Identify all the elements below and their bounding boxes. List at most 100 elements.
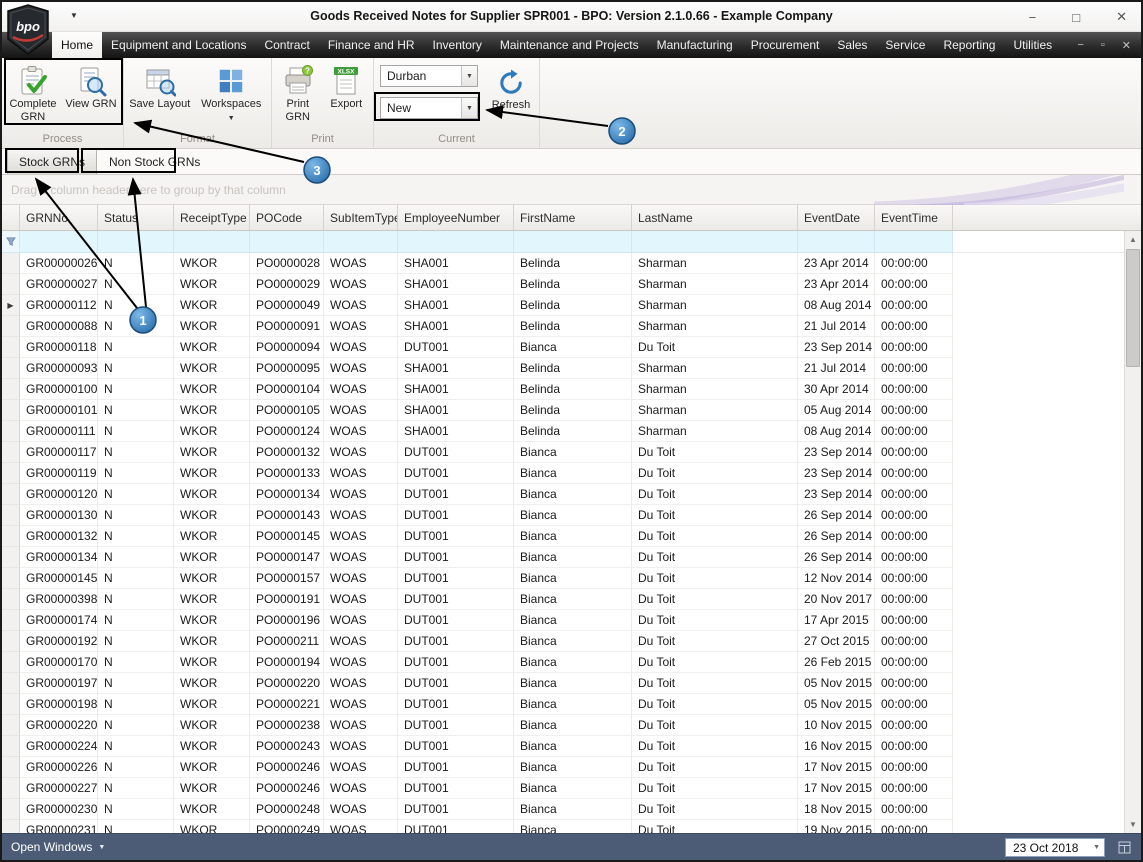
cell-receipttype[interactable]: WKOR — [174, 442, 250, 463]
cell-employeenumber[interactable]: DUT001 — [398, 442, 514, 463]
cell-status[interactable]: N — [98, 421, 174, 442]
cell-subitemtype[interactable]: WOAS — [324, 379, 398, 400]
cell-lastname[interactable]: Du Toit — [632, 610, 798, 631]
cell-grnno[interactable]: GR00000026 — [20, 253, 98, 274]
scrollbar-thumb[interactable] — [1126, 249, 1140, 367]
filter-cell-pocode[interactable] — [250, 231, 324, 253]
cell-grnno[interactable]: GR00000100 — [20, 379, 98, 400]
cell-eventtime[interactable]: 00:00:00 — [875, 463, 953, 484]
cell-receipttype[interactable]: WKOR — [174, 526, 250, 547]
cell-receipttype[interactable]: WKOR — [174, 295, 250, 316]
cell-pocode[interactable]: PO0000221 — [250, 694, 324, 715]
column-header-subitemtype[interactable]: SubItemType — [324, 205, 398, 230]
filter-cell-firstname[interactable] — [514, 231, 632, 253]
cell-grnno[interactable]: GR00000119 — [20, 463, 98, 484]
cell-employeenumber[interactable]: DUT001 — [398, 694, 514, 715]
cell-firstname[interactable]: Bianca — [514, 673, 632, 694]
cell-eventtime[interactable]: 00:00:00 — [875, 673, 953, 694]
cell-employeenumber[interactable]: DUT001 — [398, 547, 514, 568]
cell-eventdate[interactable]: 16 Nov 2015 — [798, 736, 875, 757]
cell-employeenumber[interactable]: SHA001 — [398, 295, 514, 316]
cell-status[interactable]: N — [98, 505, 174, 526]
cell-subitemtype[interactable]: WOAS — [324, 442, 398, 463]
cell-eventtime[interactable]: 00:00:00 — [875, 547, 953, 568]
cell-subitemtype[interactable]: WOAS — [324, 589, 398, 610]
row-indicator[interactable] — [2, 652, 20, 673]
statusbar-grip-icon[interactable] — [1116, 840, 1132, 855]
cell-status[interactable]: N — [98, 820, 174, 833]
view-grn-button[interactable]: View GRN — [62, 61, 120, 127]
cell-pocode[interactable]: PO0000124 — [250, 421, 324, 442]
cell-employeenumber[interactable]: DUT001 — [398, 799, 514, 820]
minimize-icon[interactable]: − — [1029, 10, 1037, 25]
table-row[interactable]: GR00000398 N WKOR PO0000191 WOAS DUT001 Bianca… — [2, 589, 1124, 610]
cell-eventdate[interactable]: 17 Nov 2015 — [798, 757, 875, 778]
cell-eventtime[interactable]: 00:00:00 — [875, 757, 953, 778]
cell-eventtime[interactable]: 00:00:00 — [875, 358, 953, 379]
focused-row-indicator[interactable]: ▶ — [2, 295, 20, 316]
cell-grnno[interactable]: GR00000111 — [20, 421, 98, 442]
cell-subitemtype[interactable]: WOAS — [324, 715, 398, 736]
cell-subitemtype[interactable]: WOAS — [324, 274, 398, 295]
cell-eventdate[interactable]: 30 Apr 2014 — [798, 379, 875, 400]
cell-employeenumber[interactable]: DUT001 — [398, 568, 514, 589]
table-row[interactable]: GR00000118 N WKOR PO0000094 WOAS DUT001 Bianca… — [2, 337, 1124, 358]
row-indicator[interactable] — [2, 484, 20, 505]
column-header-firstname[interactable]: FirstName — [514, 205, 632, 230]
cell-firstname[interactable]: Bianca — [514, 610, 632, 631]
cell-status[interactable]: N — [98, 316, 174, 337]
cell-status[interactable]: N — [98, 736, 174, 757]
cell-receipttype[interactable]: WKOR — [174, 694, 250, 715]
cell-receipttype[interactable]: WKOR — [174, 610, 250, 631]
cell-lastname[interactable]: Sharman — [632, 295, 798, 316]
cell-status[interactable]: N — [98, 589, 174, 610]
cell-pocode[interactable]: PO0000246 — [250, 778, 324, 799]
filter-cell-employeenumber[interactable] — [398, 231, 514, 253]
cell-receipttype[interactable]: WKOR — [174, 253, 250, 274]
row-indicator[interactable] — [2, 673, 20, 694]
cell-eventtime[interactable]: 00:00:00 — [875, 379, 953, 400]
cell-eventdate[interactable]: 21 Jul 2014 — [798, 316, 875, 337]
cell-subitemtype[interactable]: WOAS — [324, 694, 398, 715]
cell-subitemtype[interactable]: WOAS — [324, 547, 398, 568]
ribbon-tab-service[interactable]: Service — [876, 32, 934, 58]
cell-lastname[interactable]: Du Toit — [632, 778, 798, 799]
row-indicator[interactable] — [2, 316, 20, 337]
cell-eventtime[interactable]: 00:00:00 — [875, 442, 953, 463]
cell-pocode[interactable]: PO0000246 — [250, 757, 324, 778]
cell-firstname[interactable]: Bianca — [514, 631, 632, 652]
cell-subitemtype[interactable]: WOAS — [324, 673, 398, 694]
cell-receipttype[interactable]: WKOR — [174, 316, 250, 337]
cell-receipttype[interactable]: WKOR — [174, 631, 250, 652]
cell-lastname[interactable]: Du Toit — [632, 715, 798, 736]
cell-subitemtype[interactable]: WOAS — [324, 757, 398, 778]
table-row[interactable]: GR00000227 N WKOR PO0000246 WOAS DUT001 Bianca… — [2, 778, 1124, 799]
cell-eventtime[interactable]: 00:00:00 — [875, 631, 953, 652]
cell-pocode[interactable]: PO0000194 — [250, 652, 324, 673]
cell-status[interactable]: N — [98, 400, 174, 421]
cell-receipttype[interactable]: WKOR — [174, 715, 250, 736]
cell-pocode[interactable]: PO0000028 — [250, 253, 324, 274]
cell-grnno[interactable]: GR00000197 — [20, 673, 98, 694]
cell-firstname[interactable]: Belinda — [514, 379, 632, 400]
cell-receipttype[interactable]: WKOR — [174, 463, 250, 484]
cell-lastname[interactable]: Du Toit — [632, 757, 798, 778]
vertical-scrollbar[interactable]: ▲ ▼ — [1124, 231, 1141, 833]
cell-subitemtype[interactable]: WOAS — [324, 610, 398, 631]
filter-cell-lastname[interactable] — [632, 231, 798, 253]
scroll-up-icon[interactable]: ▲ — [1125, 231, 1141, 248]
cell-subitemtype[interactable]: WOAS — [324, 799, 398, 820]
cell-grnno[interactable]: GR00000130 — [20, 505, 98, 526]
cell-eventtime[interactable]: 00:00:00 — [875, 778, 953, 799]
cell-eventtime[interactable]: 00:00:00 — [875, 274, 953, 295]
row-indicator[interactable] — [2, 631, 20, 652]
cell-status[interactable]: N — [98, 358, 174, 379]
cell-status[interactable]: N — [98, 442, 174, 463]
cell-status[interactable]: N — [98, 526, 174, 547]
table-row[interactable]: GR00000134 N WKOR PO0000147 WOAS DUT001 Bianca… — [2, 547, 1124, 568]
cell-grnno[interactable]: GR00000170 — [20, 652, 98, 673]
ribbon-tab-inventory[interactable]: Inventory — [424, 32, 491, 58]
cell-status[interactable]: N — [98, 610, 174, 631]
cell-employeenumber[interactable]: DUT001 — [398, 505, 514, 526]
cell-lastname[interactable]: Du Toit — [632, 799, 798, 820]
